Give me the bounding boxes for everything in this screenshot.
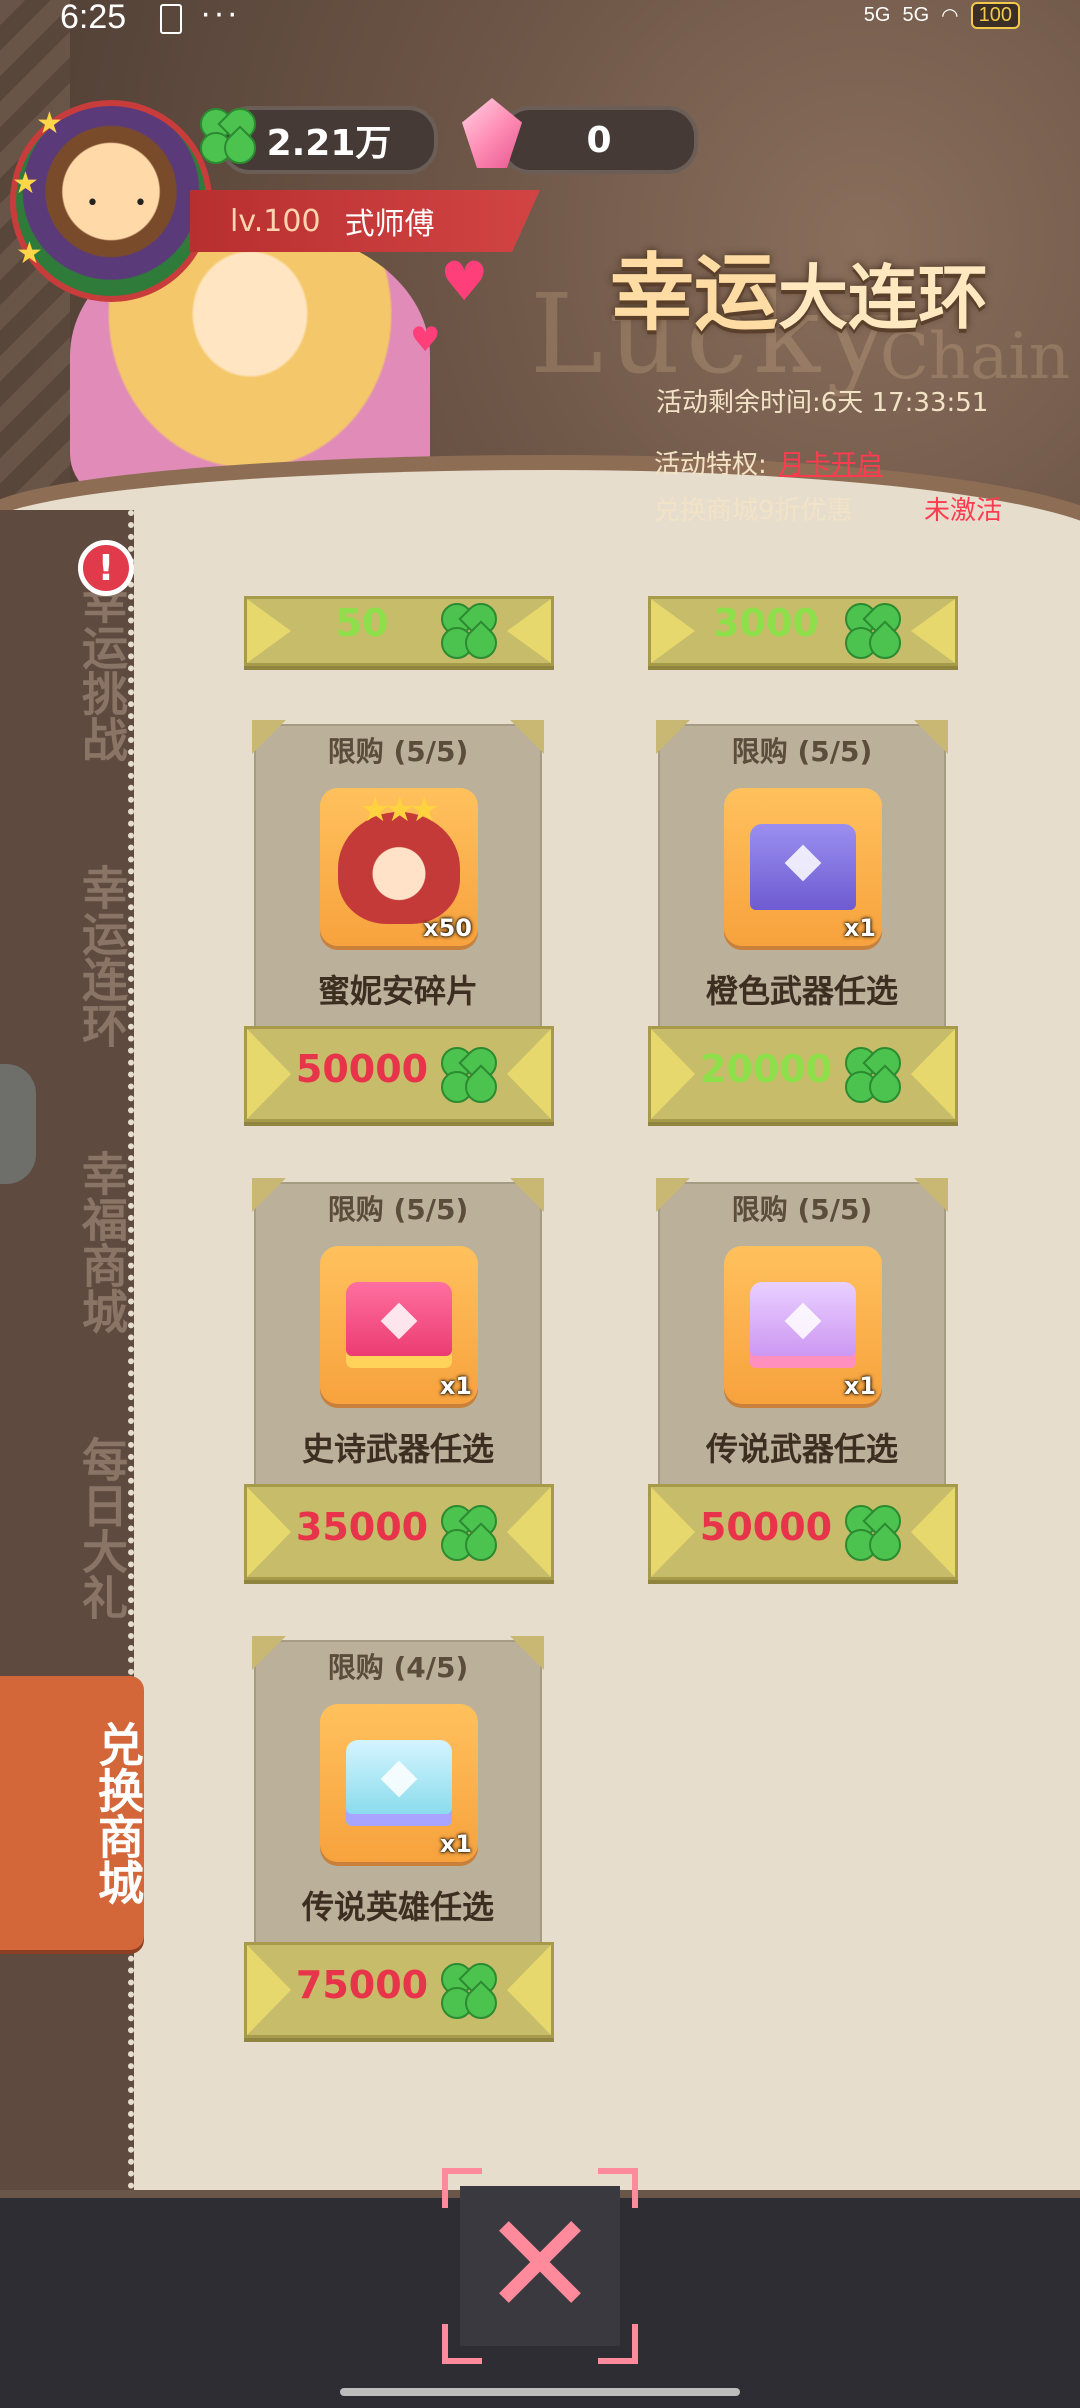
tab-daily-gift[interactable]: 每日大礼 xyxy=(0,1418,129,1638)
clover-icon xyxy=(434,1956,504,2026)
banner-wave xyxy=(0,470,1080,600)
player-avatar[interactable]: ★ ★ ★ • • xyxy=(10,100,212,302)
clover-icon xyxy=(838,596,908,666)
price-button[interactable]: 50000 xyxy=(244,1026,554,1122)
item-quantity: x1 xyxy=(843,914,876,942)
player-level: lv.100 xyxy=(230,203,321,239)
shop-item-card[interactable]: 限购 (5/5) x1 橙色武器任选 xyxy=(656,720,948,1034)
more-dots-icon: ··· xyxy=(200,0,240,32)
price-value: 75000 xyxy=(295,1963,429,2007)
shop-item-card[interactable]: 限购 (4/5) x1 传说英雄任选 xyxy=(252,1636,544,1950)
price-value: 35000 xyxy=(295,1505,429,1549)
item-icon-box: x1 xyxy=(320,1704,478,1862)
discount-label: 兑换商城9折优惠 xyxy=(654,496,853,526)
shop-item-card[interactable]: 限购 (5/5) ★★★ x50 蜜妮安碎片 xyxy=(252,720,544,1034)
signal-icon: 5G xyxy=(863,4,891,26)
price-value: 50000 xyxy=(699,1505,833,1549)
event-discount: 兑换商城9折优惠 未激活 xyxy=(654,490,1002,527)
purchase-limit: 限购 (5/5) xyxy=(731,1193,873,1226)
status-bar: 6:25 ··· 5G 5G ◠ 100 xyxy=(0,0,1080,40)
clover-icon xyxy=(838,1498,908,1568)
event-title-rest: 大连环 xyxy=(778,257,989,339)
signal-icon: 5G xyxy=(902,4,930,26)
star-icon: ★ xyxy=(12,166,39,201)
purchase-limit: 限购 (5/5) xyxy=(731,735,873,768)
player-name: 式师傅 xyxy=(344,207,435,242)
clover-icon xyxy=(434,1040,504,1110)
event-time-remaining: 活动剩余时间:6天 17:33:51 xyxy=(656,388,989,418)
event-privilege: 活动特权: 月卡开启 xyxy=(654,444,883,481)
purchase-limit: 限购 (4/5) xyxy=(327,1651,469,1684)
heart-icon: ♥ xyxy=(440,250,489,313)
clover-icon xyxy=(193,101,263,171)
item-quantity: x1 xyxy=(843,1372,876,1400)
item-name: 史诗武器任选 xyxy=(301,1430,494,1468)
event-title: 幸运大连环 xyxy=(610,226,988,347)
battery-icon: 100 xyxy=(970,2,1020,29)
star-icon: ★ xyxy=(16,236,43,271)
price-button[interactable]: 20000 xyxy=(648,1026,958,1122)
star-icon: ★★★ xyxy=(360,790,439,830)
price-value: 50000 xyxy=(295,1047,429,1091)
clover-count: 2.21万 xyxy=(266,123,392,164)
tab-exchange-shop[interactable]: 兑换商城 xyxy=(0,1676,145,1950)
item-quantity: x1 xyxy=(439,1830,472,1858)
clover-icon xyxy=(434,596,504,666)
close-button[interactable]: ✕ xyxy=(442,2168,638,2364)
sim-card-icon xyxy=(160,4,182,34)
purchase-limit: 限购 (5/5) xyxy=(327,1193,469,1226)
gem-count: 0 xyxy=(586,119,612,161)
item-quantity: x1 xyxy=(439,1372,472,1400)
close-icon: ✕ xyxy=(481,2184,599,2347)
gem-currency[interactable]: 0 xyxy=(500,106,698,174)
alert-badge: ! xyxy=(78,540,134,596)
price-value: 20000 xyxy=(699,1047,833,1091)
star-icon: ★ xyxy=(36,106,63,141)
price-button[interactable]: 3000 xyxy=(648,596,958,666)
item-icon-box: x1 xyxy=(724,1246,882,1404)
player-level-ribbon: lv.100 式师傅 xyxy=(190,190,540,252)
home-indicator[interactable] xyxy=(340,2388,740,2396)
price-value: 3000 xyxy=(713,601,819,645)
status-time: 6:25 xyxy=(60,0,127,36)
price-value: 50 xyxy=(335,601,389,645)
red-chest-icon xyxy=(346,1282,452,1368)
item-icon-box: ★★★ x50 xyxy=(320,788,478,946)
item-name: 蜜妮安碎片 xyxy=(317,972,478,1010)
price-button[interactable]: 50000 xyxy=(648,1484,958,1580)
item-name: 传说英雄任选 xyxy=(301,1888,494,1926)
item-name: 橙色武器任选 xyxy=(705,972,898,1010)
wifi-icon: ◠ xyxy=(941,5,959,27)
cyan-chest-icon xyxy=(346,1740,452,1826)
tab-lucky-chain[interactable]: 幸运连环 xyxy=(0,846,129,1066)
privilege-label: 活动特权: xyxy=(654,450,767,480)
item-icon-box: x1 xyxy=(320,1246,478,1404)
discount-status: 未激活 xyxy=(924,496,1003,526)
clover-icon xyxy=(838,1040,908,1110)
price-button[interactable]: 35000 xyxy=(244,1484,554,1580)
price-button[interactable]: 75000 xyxy=(244,1942,554,2038)
tab-happy-shop[interactable]: 幸福商城 xyxy=(0,1132,129,1352)
clover-icon xyxy=(434,1498,504,1568)
item-name: 传说武器任选 xyxy=(705,1430,898,1468)
item-icon-box: x1 xyxy=(724,788,882,946)
purple-chest-icon xyxy=(750,824,856,910)
item-quantity: x50 xyxy=(423,914,472,942)
price-button[interactable]: 50 xyxy=(244,596,554,666)
heart-icon: ♥ xyxy=(410,320,441,360)
shop-item-card[interactable]: 限购 (5/5) x1 史诗武器任选 xyxy=(252,1178,544,1492)
shop-item-card[interactable]: 限购 (5/5) x1 传说武器任选 xyxy=(656,1178,948,1492)
pink-chest-icon xyxy=(750,1282,856,1368)
avatar-face: • • xyxy=(86,191,161,216)
purchase-limit: 限购 (5/5) xyxy=(327,735,469,768)
monthly-card-link[interactable]: 月卡开启 xyxy=(779,450,883,480)
event-title-main: 幸运 xyxy=(610,244,779,342)
